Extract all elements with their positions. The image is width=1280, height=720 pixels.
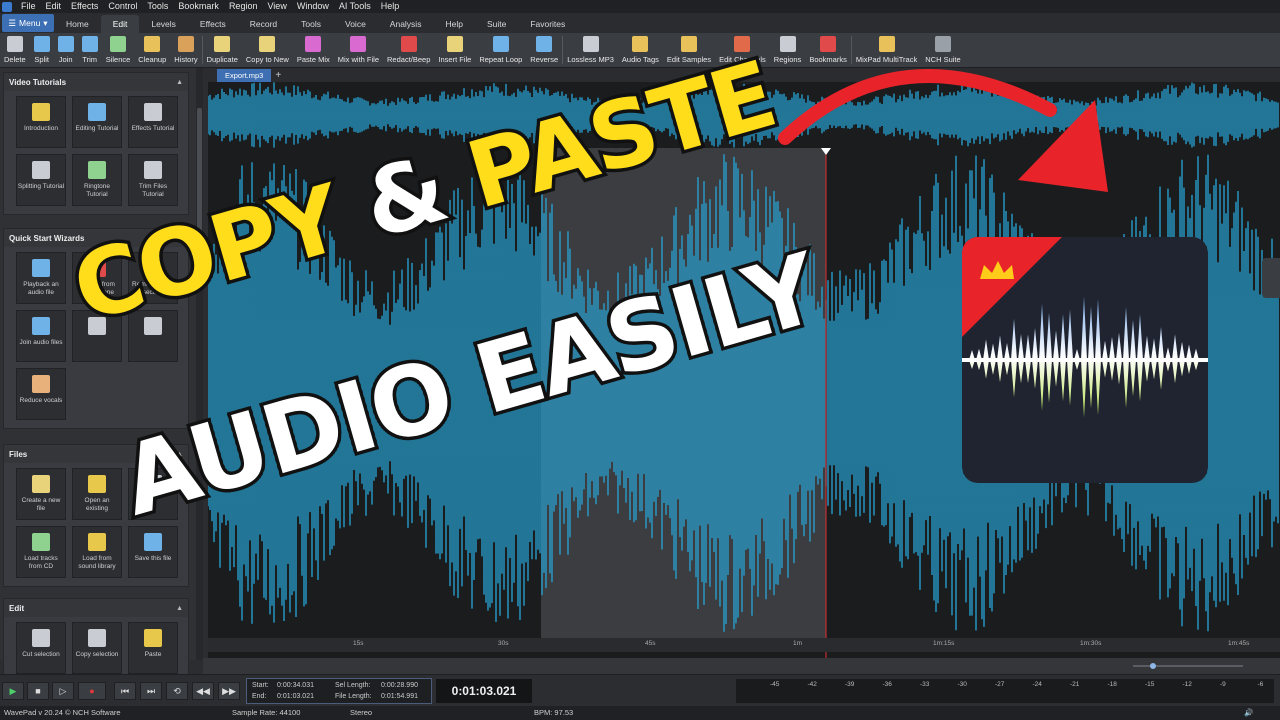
floating-trash-icon[interactable]: [1262, 258, 1280, 298]
headline-ampersand: &: [349, 132, 461, 263]
wavepad-logo: [962, 237, 1208, 483]
wavepad-logo-graphic: [962, 237, 1208, 483]
wavepad-window: File Edit Effects Control Tools Bookmark…: [0, 0, 1280, 720]
logo-center-line: [962, 358, 1208, 362]
